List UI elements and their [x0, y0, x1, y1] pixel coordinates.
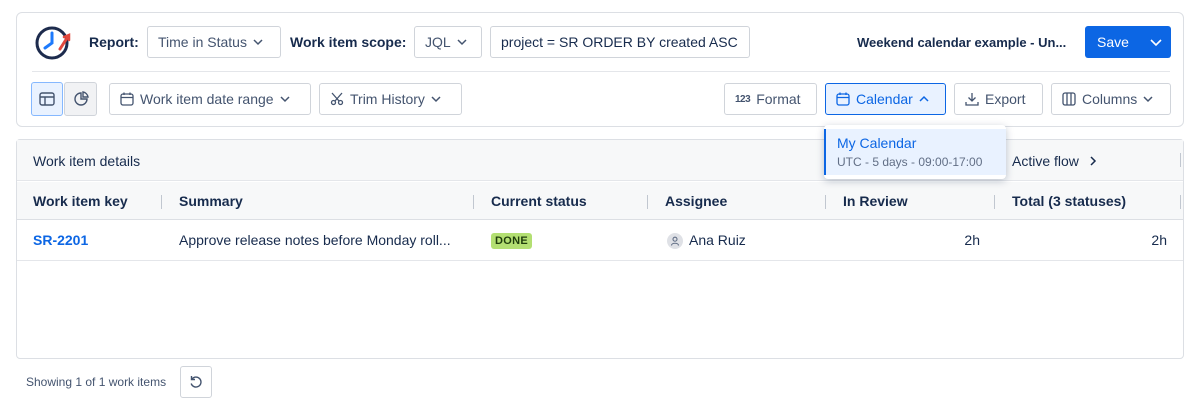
columns-label: Columns: [1082, 91, 1138, 107]
column-group-header: Work item details Active flow: [17, 140, 1183, 181]
report-title: Weekend calendar example - Un...: [857, 35, 1067, 50]
column-assignee[interactable]: Assignee: [665, 193, 727, 209]
total-cell: 2h: [1151, 232, 1167, 248]
calendar-option-detail: UTC - 5 days - 09:00-17:00: [837, 155, 983, 169]
group-active-flow[interactable]: Active flow: [1012, 153, 1097, 169]
chevron-right-icon: [1090, 156, 1096, 166]
table-view-toggle[interactable]: [31, 82, 63, 116]
save-button-group: Save: [1085, 26, 1171, 58]
chevron-down-icon: [280, 94, 290, 104]
column-summary[interactable]: Summary: [179, 193, 243, 209]
group-active-flow-label: Active flow: [1012, 153, 1079, 169]
download-icon: [965, 93, 979, 106]
jql-input[interactable]: project = SR ORDER BY created ASC: [490, 26, 750, 58]
export-button[interactable]: Export: [954, 83, 1043, 115]
scope-type-select[interactable]: JQL: [414, 26, 482, 58]
calendar-icon: [836, 92, 850, 106]
work-items-table: Work item details Active flow Work item …: [16, 139, 1184, 359]
trim-history-button[interactable]: Trim History: [319, 83, 462, 115]
work-item-count: Showing 1 of 1 work items: [26, 375, 167, 389]
scissors-icon: [330, 92, 344, 106]
table-row[interactable]: SR-2201 Approve release notes before Mon…: [17, 221, 1183, 261]
work-item-key-link[interactable]: SR-2201: [33, 232, 88, 248]
columns-icon: [1062, 92, 1076, 106]
status-badge: DONE: [491, 233, 532, 249]
calendar-icon: [120, 92, 134, 106]
calendar-dropdown: My Calendar UTC - 5 days - 09:00-17:00: [824, 125, 1006, 179]
group-work-item-details: Work item details: [33, 153, 141, 169]
date-range-label: Work item date range: [140, 91, 274, 107]
format-label: Format: [756, 91, 801, 107]
column-header-row: Work item key Summary Current status Ass…: [17, 182, 1183, 220]
report-select-value: Time in Status: [158, 34, 247, 50]
column-divider[interactable]: [473, 195, 474, 209]
toolbar-divider: [32, 71, 1170, 72]
jql-input-value: project = SR ORDER BY created ASC: [501, 34, 738, 50]
in-review-cell: 2h: [964, 232, 980, 248]
column-divider[interactable]: [994, 195, 995, 209]
calendar-label: Calendar: [856, 91, 913, 107]
calendar-button[interactable]: Calendar: [825, 83, 946, 115]
number-format-icon: 123: [735, 93, 751, 105]
column-divider[interactable]: [647, 195, 648, 209]
save-options-button[interactable]: [1141, 26, 1171, 58]
clock-report-icon: [32, 23, 76, 63]
chevron-down-icon: [253, 37, 263, 47]
format-button[interactable]: 123 Format: [724, 83, 817, 115]
calendar-option[interactable]: My Calendar UTC - 5 days - 09:00-17:00: [824, 129, 1006, 175]
refresh-icon: [190, 376, 202, 388]
chevron-down-icon: [1143, 94, 1153, 104]
column-divider[interactable]: [825, 195, 826, 209]
pie-chart-icon: [73, 91, 89, 106]
refresh-button[interactable]: [180, 366, 212, 398]
column-total[interactable]: Total (3 statuses): [1012, 193, 1126, 209]
column-work-item-key[interactable]: Work item key: [33, 193, 128, 209]
save-button[interactable]: Save: [1085, 34, 1141, 50]
assignee-cell: Ana Ruiz: [689, 232, 746, 248]
chart-view-toggle[interactable]: [64, 82, 97, 116]
scope-label: Work item scope:: [290, 34, 407, 50]
column-in-review[interactable]: In Review: [843, 193, 908, 209]
table-icon: [39, 92, 55, 106]
column-current-status[interactable]: Current status: [491, 193, 587, 209]
date-range-button[interactable]: Work item date range: [109, 83, 311, 115]
chevron-up-icon: [919, 94, 929, 104]
trim-history-label: Trim History: [350, 91, 425, 107]
report-select[interactable]: Time in Status: [147, 26, 281, 58]
report-label: Report:: [89, 34, 139, 50]
column-divider[interactable]: [1180, 195, 1181, 209]
summary-cell: Approve release notes before Monday roll…: [179, 232, 451, 248]
chevron-down-icon: [457, 37, 467, 47]
column-divider: [1180, 153, 1181, 167]
column-divider[interactable]: [161, 195, 162, 209]
chevron-down-icon: [431, 94, 441, 104]
export-label: Export: [985, 91, 1026, 107]
scope-type-value: JQL: [425, 34, 451, 50]
columns-button[interactable]: Columns: [1051, 83, 1171, 115]
chevron-down-icon: [1150, 39, 1162, 47]
calendar-option-label: My Calendar: [837, 135, 917, 151]
person-icon: [667, 233, 683, 249]
